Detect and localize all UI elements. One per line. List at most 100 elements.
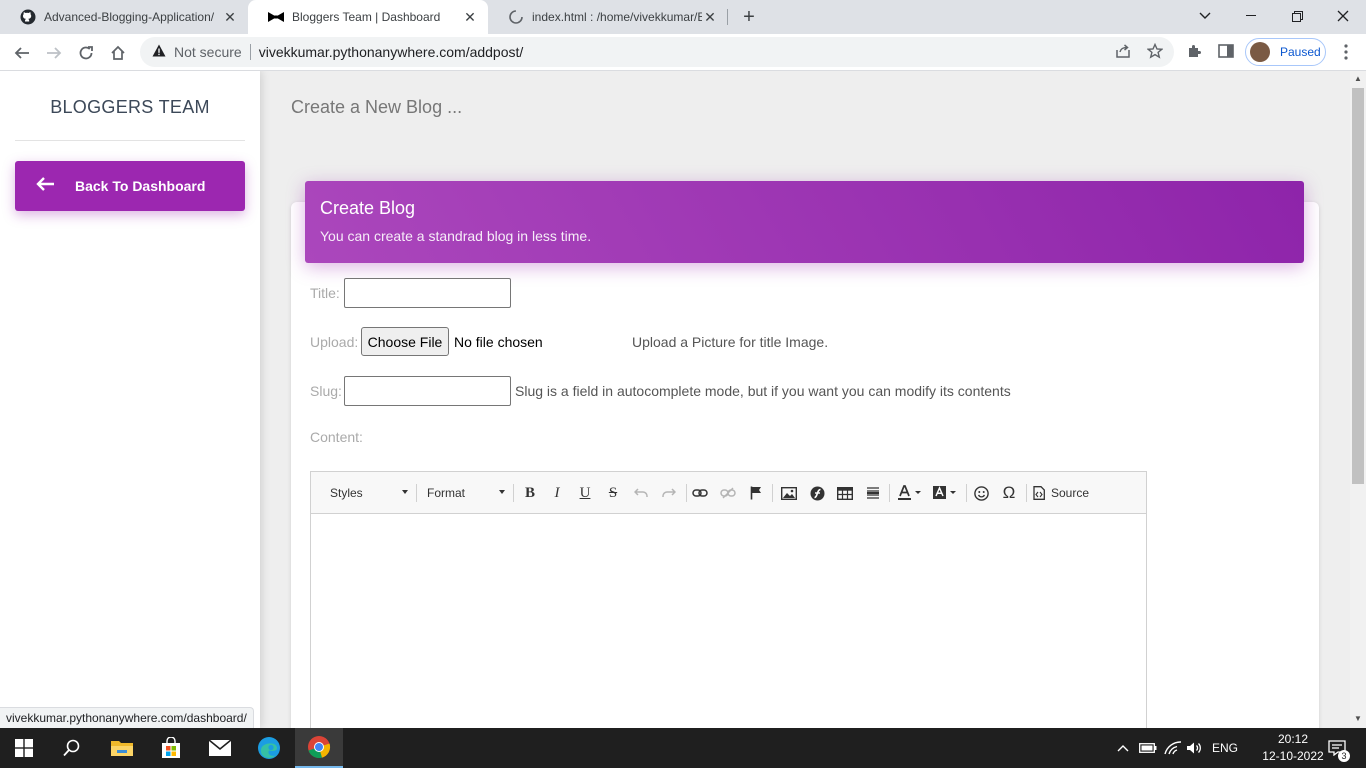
close-icon[interactable]: ✕: [702, 9, 718, 25]
warning-icon[interactable]: [152, 44, 166, 60]
close-icon: [1337, 10, 1349, 22]
battery-icon[interactable]: [1138, 728, 1158, 768]
restore-button[interactable]: [1274, 0, 1320, 32]
format-dropdown[interactable]: Format: [427, 482, 505, 504]
mail-icon[interactable]: [196, 728, 244, 768]
minimize-icon: [1246, 15, 1256, 16]
star-icon[interactable]: [1144, 40, 1166, 62]
italic-icon[interactable]: I: [546, 482, 568, 504]
edge-icon[interactable]: [245, 728, 293, 768]
close-icon[interactable]: ✕: [222, 9, 238, 25]
image-icon[interactable]: [778, 482, 800, 504]
scroll-up-icon[interactable]: ▲: [1354, 74, 1362, 83]
undo-icon[interactable]: [630, 482, 652, 504]
upload-hint: Upload a Picture for title Image.: [632, 334, 829, 350]
tab-index-html[interactable]: index.html : /home/vivekkumar/E ✕: [488, 0, 728, 34]
toolbar-separator: [889, 484, 890, 502]
reload-icon[interactable]: [73, 40, 99, 66]
link-icon[interactable]: [689, 482, 711, 504]
menu-kebab-icon[interactable]: [1336, 40, 1356, 64]
windows-taskbar: ENG 20:12 12-10-2022 3: [0, 728, 1366, 768]
scrollbar-thumb[interactable]: [1352, 88, 1364, 484]
styles-dropdown[interactable]: Styles: [330, 482, 408, 504]
title-input[interactable]: [344, 278, 511, 308]
home-icon[interactable]: [105, 40, 131, 66]
strikethrough-icon[interactable]: S: [602, 482, 624, 504]
arrow-left-icon: [35, 175, 63, 198]
tab-separator: [727, 9, 728, 25]
scroll-down-icon[interactable]: ▼: [1354, 714, 1362, 723]
new-tab-button[interactable]: +: [737, 5, 761, 29]
unlink-icon[interactable]: [717, 482, 739, 504]
flash-icon[interactable]: [806, 482, 828, 504]
anchor-flag-icon[interactable]: [745, 482, 767, 504]
address-bar[interactable]: Not secure vivekkumar.pythonanywhere.com…: [140, 37, 1174, 67]
background-color-icon[interactable]: [930, 482, 960, 504]
editor-toolbar: Styles Format B I U S Ω Source: [311, 472, 1146, 514]
redo-icon[interactable]: [658, 482, 680, 504]
file-explorer-icon[interactable]: [98, 728, 146, 768]
smiley-icon[interactable]: [970, 482, 992, 504]
tab-dashboard[interactable]: Bloggers Team | Dashboard ✕: [248, 0, 488, 34]
format-label: Format: [427, 486, 466, 500]
search-icon[interactable]: [48, 728, 96, 768]
upload-label: Upload:: [310, 334, 359, 350]
language-indicator[interactable]: ENG: [1212, 728, 1238, 768]
text-color-icon[interactable]: [895, 482, 925, 504]
styles-label: Styles: [330, 486, 363, 500]
slug-input[interactable]: [344, 376, 511, 406]
tab-title: index.html : /home/vivekkumar/E: [532, 10, 702, 24]
windows-start-icon[interactable]: [0, 728, 48, 768]
tab-search-button[interactable]: [1182, 0, 1228, 32]
share-icon[interactable]: [1112, 40, 1134, 62]
close-icon[interactable]: ✕: [462, 9, 478, 25]
choose-file-button[interactable]: Choose File: [361, 327, 449, 356]
slug-label: Slug:: [310, 383, 342, 399]
notifications-icon[interactable]: 3: [1324, 728, 1350, 768]
source-document-icon: [1033, 486, 1045, 500]
toolbar-separator: [416, 484, 417, 502]
close-window-button[interactable]: [1320, 0, 1366, 32]
rich-text-editor: Styles Format B I U S Ω Source: [310, 471, 1147, 728]
source-button[interactable]: Source: [1033, 482, 1089, 504]
tab-github[interactable]: Advanced-Blogging-Application/ ✕: [0, 0, 248, 34]
security-label[interactable]: Not secure: [174, 44, 242, 60]
side-panel-icon[interactable]: [1215, 40, 1237, 62]
chrome-icon[interactable]: [295, 728, 343, 768]
divider: [15, 140, 245, 141]
microsoft-store-icon[interactable]: [147, 728, 195, 768]
clock-time: 20:12: [1277, 732, 1309, 746]
bold-icon[interactable]: B: [519, 482, 541, 504]
brand-title[interactable]: BLOGGERS TEAM: [15, 97, 245, 118]
table-icon[interactable]: [834, 482, 856, 504]
editor-content-area[interactable]: [311, 515, 1146, 728]
url-text[interactable]: vivekkumar.pythonanywhere.com/addpost/: [259, 44, 524, 60]
forward-arrow-icon[interactable]: [41, 40, 67, 66]
underline-icon[interactable]: U: [574, 482, 596, 504]
minimize-button[interactable]: [1228, 0, 1274, 32]
card-header: Create Blog You can create a standrad bl…: [305, 181, 1304, 263]
card-subtitle: You can create a standrad blog in less t…: [320, 228, 592, 244]
volume-icon[interactable]: [1185, 728, 1205, 768]
restore-icon: [1291, 10, 1303, 22]
extensions-icon[interactable]: [1183, 40, 1205, 62]
page-scrollbar[interactable]: ▲ ▼: [1350, 71, 1366, 728]
clock[interactable]: 20:12 12-10-2022: [1262, 731, 1324, 765]
back-to-dashboard-button[interactable]: Back To Dashboard: [15, 161, 245, 211]
browser-tab-strip: Advanced-Blogging-Application/ ✕ Blogger…: [0, 0, 1366, 34]
chevron-up-icon[interactable]: [1114, 728, 1132, 768]
back-arrow-icon[interactable]: [9, 40, 35, 66]
wifi-icon[interactable]: [1162, 728, 1184, 768]
special-character-icon[interactable]: Ω: [998, 482, 1020, 504]
title-label: Title:: [310, 285, 340, 301]
status-bar-url: vivekkumar.pythonanywhere.com/dashboard/: [0, 707, 254, 728]
toolbar-separator: [686, 484, 687, 502]
source-label: Source: [1051, 486, 1090, 500]
horizontal-line-icon[interactable]: [862, 482, 884, 504]
tab-title: Bloggers Team | Dashboard: [292, 10, 441, 24]
avatar: [1250, 42, 1270, 62]
profile-button[interactable]: Paused: [1245, 38, 1326, 66]
pythonanywhere-loading-icon: [508, 9, 524, 25]
content-label: Content:: [310, 429, 363, 445]
bowtie-icon: [268, 9, 284, 25]
